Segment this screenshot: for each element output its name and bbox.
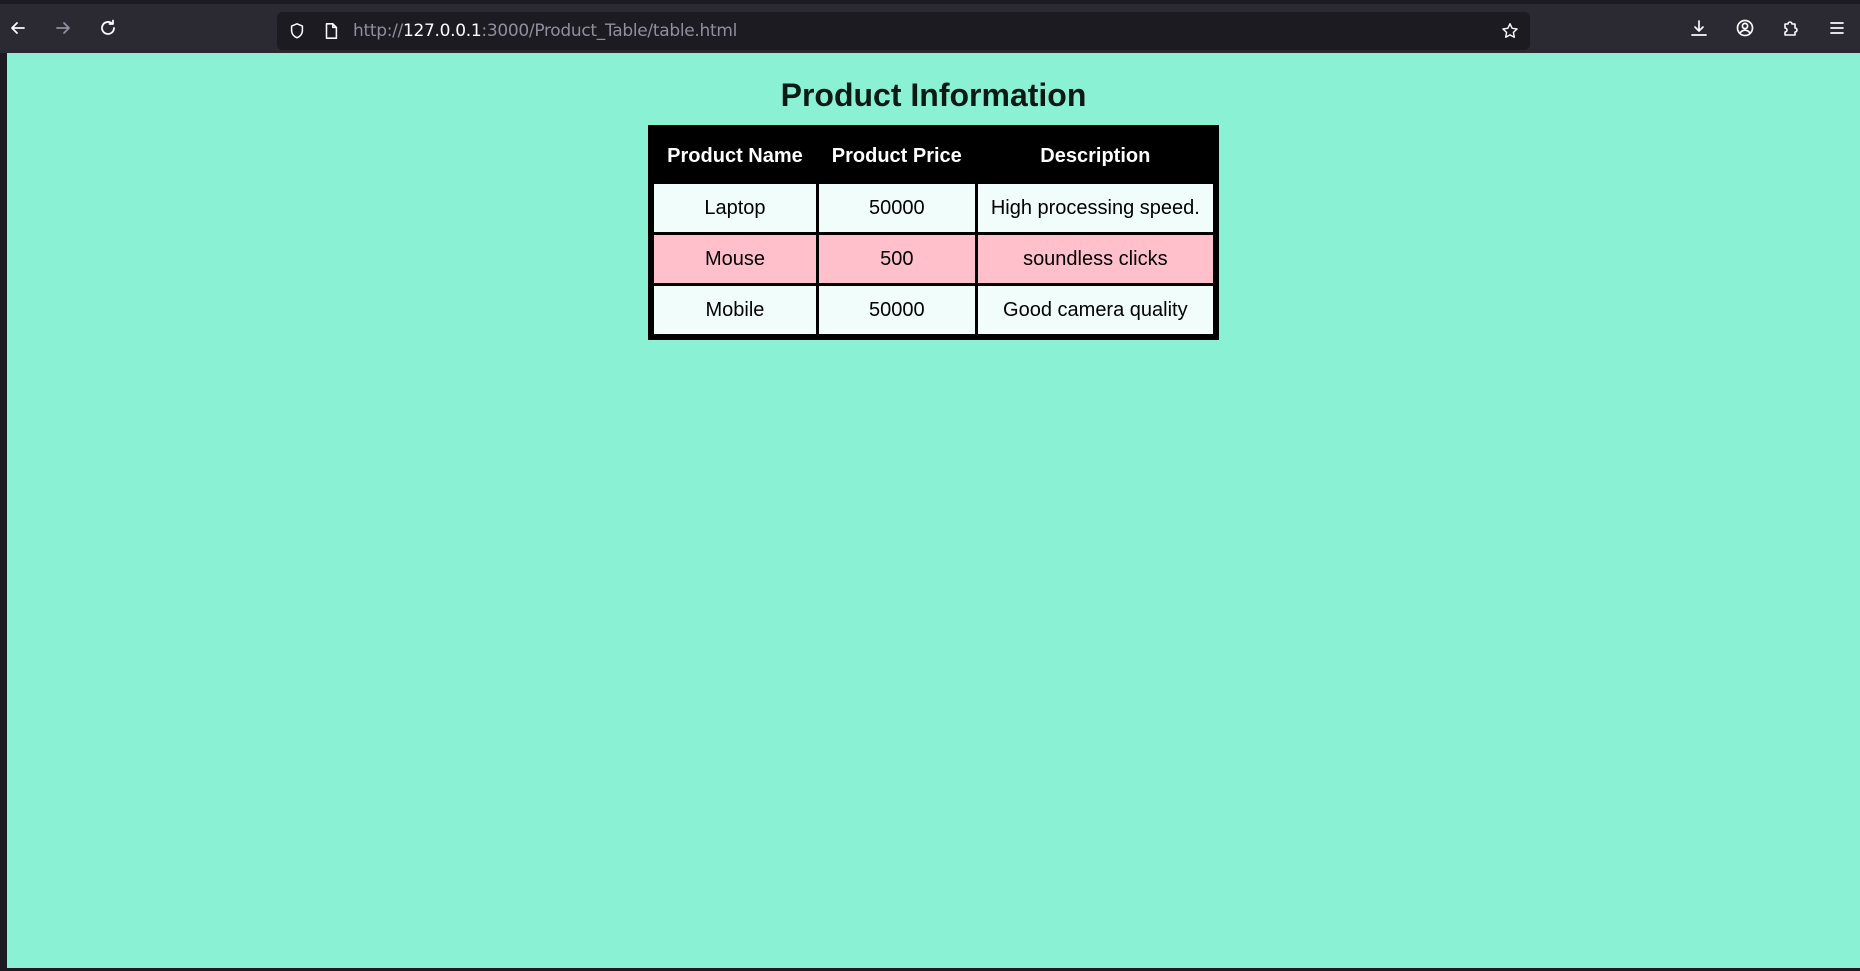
url-path: :3000/Product_Table/table.html — [481, 21, 738, 41]
account-button[interactable] — [1729, 14, 1761, 46]
menu-button[interactable] — [1821, 14, 1853, 46]
cell-description: High processing speed. — [977, 184, 1213, 232]
cell-description: Good camera quality — [977, 286, 1213, 334]
url-prefix: http:// — [353, 21, 403, 41]
cell-product-price: 50000 — [818, 286, 975, 334]
extensions-button[interactable] — [1775, 14, 1807, 46]
forward-button[interactable] — [47, 14, 79, 46]
cell-product-price: 500 — [818, 235, 975, 283]
column-header-description: Description — [977, 131, 1213, 181]
table-header-row: Product Name Product Price Description — [654, 131, 1213, 181]
arrow-right-icon — [53, 18, 73, 43]
url-host: 127.0.0.1 — [402, 21, 482, 41]
cell-product-name: Mobile — [654, 286, 816, 334]
column-header-product-name: Product Name — [654, 131, 816, 181]
download-icon — [1689, 18, 1709, 43]
puzzle-icon — [1781, 18, 1801, 43]
cell-product-name: Mouse — [654, 235, 816, 283]
downloads-button[interactable] — [1683, 14, 1715, 46]
back-button[interactable] — [2, 14, 34, 46]
toolbar-right-icons — [1676, 14, 1860, 46]
cell-description: soundless clicks — [977, 235, 1213, 283]
browser-toolbar: http://127.0.0.1:3000/Product_Table/tabl… — [0, 0, 1860, 53]
page-icon[interactable] — [321, 21, 341, 41]
arrow-left-icon — [8, 18, 28, 43]
reload-button[interactable] — [92, 14, 124, 46]
table-row: Laptop 50000 High processing speed. — [654, 184, 1213, 232]
cell-product-price: 50000 — [818, 184, 975, 232]
address-bar[interactable]: http://127.0.0.1:3000/Product_Table/tabl… — [277, 12, 1530, 50]
table-row: Mouse 500 soundless clicks — [654, 235, 1213, 283]
page-viewport: Product Information Product Name Product… — [7, 53, 1860, 968]
shield-icon[interactable] — [287, 21, 307, 41]
star-icon[interactable] — [1500, 21, 1520, 41]
hamburger-menu-icon — [1827, 18, 1847, 43]
reload-icon — [98, 18, 118, 43]
table-row: Mobile 50000 Good camera quality — [654, 286, 1213, 334]
page-title: Product Information — [780, 77, 1087, 113]
cell-product-name: Laptop — [654, 184, 816, 232]
url-text[interactable]: http://127.0.0.1:3000/Product_Table/tabl… — [353, 21, 737, 41]
column-header-product-price: Product Price — [818, 131, 975, 181]
product-table: Product Name Product Price Description L… — [648, 125, 1219, 340]
account-icon — [1735, 18, 1755, 43]
